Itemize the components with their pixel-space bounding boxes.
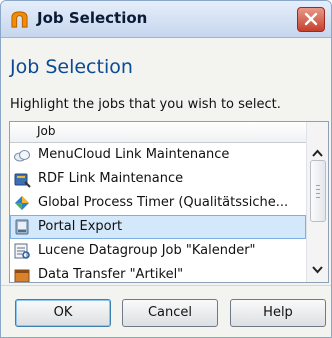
- vertical-scrollbar[interactable]: [306, 122, 328, 282]
- job-selection-dialog: Job Selection Job Selection Highlight th…: [0, 0, 332, 338]
- help-button[interactable]: Help: [230, 299, 326, 327]
- list-item[interactable]: Lucene Datagroup Job "Kalender": [10, 239, 306, 263]
- list-item[interactable]: Portal Export: [10, 215, 306, 239]
- scrollbar-thumb[interactable]: [310, 160, 326, 222]
- job-list[interactable]: Job MenuCloud Link Maintenance RDF Link …: [9, 121, 329, 283]
- process-timer-icon: [15, 196, 29, 210]
- scroll-down-icon[interactable]: [310, 262, 325, 277]
- list-item[interactable]: RDF Link Maintenance: [10, 167, 306, 191]
- job-list-rows: MenuCloud Link Maintenance RDF Link Main…: [10, 143, 306, 282]
- list-item-label: Data Transfer "Artikel": [38, 267, 184, 282]
- cancel-button[interactable]: Cancel: [122, 299, 218, 327]
- lucene-icon: [14, 243, 30, 259]
- list-item-label: MenuCloud Link Maintenance: [38, 147, 230, 162]
- window-title: Job Selection: [37, 9, 148, 27]
- list-item[interactable]: Data Transfer "Artikel": [10, 263, 306, 282]
- instruction-text: Highlight the jobs that you wish to sele…: [10, 97, 281, 112]
- close-button[interactable]: [297, 7, 325, 32]
- list-item-label: Global Process Timer (Qualitätssiche...: [38, 195, 289, 210]
- portal-export-icon: [15, 219, 29, 235]
- data-transfer-icon: [14, 269, 30, 282]
- scroll-up-icon[interactable]: [310, 146, 325, 161]
- close-icon: [304, 12, 318, 26]
- ok-button[interactable]: OK: [15, 299, 111, 327]
- list-item-label: RDF Link Maintenance: [38, 171, 184, 186]
- dialog-heading: Job Selection: [10, 56, 133, 78]
- list-item-label: Portal Export: [38, 219, 123, 234]
- list-item[interactable]: Global Process Timer (Qualitätssiche...: [10, 191, 306, 215]
- column-header-label: Job: [37, 124, 56, 138]
- footer-divider: [1, 285, 331, 286]
- list-item-label: Lucene Datagroup Job "Kalender": [38, 243, 256, 258]
- title-bar[interactable]: Job Selection: [1, 1, 331, 38]
- column-header-job[interactable]: Job: [10, 122, 306, 143]
- list-item[interactable]: MenuCloud Link Maintenance: [10, 143, 306, 167]
- cloud-icon: [14, 150, 30, 162]
- app-icon: [11, 11, 28, 28]
- rdf-link-icon: [14, 173, 31, 188]
